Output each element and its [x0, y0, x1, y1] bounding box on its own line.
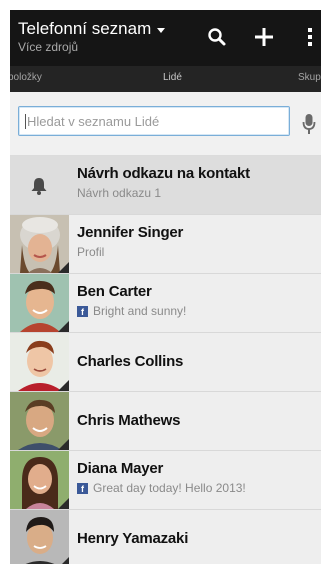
tab-items[interactable]: položky: [10, 72, 42, 83]
contact-name: Henry Yamazaki: [77, 530, 189, 547]
add-contact-button[interactable]: [249, 22, 279, 52]
avatar: [10, 392, 69, 450]
contact-status: Bright and sunny!: [93, 304, 187, 318]
tab-groups[interactable]: Skupi: [298, 72, 321, 83]
search-placeholder: Hledat v seznamu Lidé: [27, 114, 160, 129]
facebook-icon: f: [77, 305, 88, 317]
tab-bar: položky Lidé Skupi: [10, 66, 321, 92]
avatar: [10, 215, 69, 273]
suggestion-subtitle: Návrh odkazu 1: [77, 186, 162, 200]
contact-name: Chris Mathews: [77, 412, 181, 429]
app-title: Telefonní seznam: [18, 19, 152, 38]
search-area: Hledat v seznamu Lidé: [10, 92, 321, 156]
avatar: [10, 274, 69, 332]
action-bar: Telefonní seznam Více zdrojů: [10, 10, 321, 66]
contact-row[interactable]: Charles Collins: [10, 333, 321, 392]
source-selector[interactable]: Telefonní seznam Více zdrojů: [18, 19, 166, 54]
add-icon: [255, 28, 273, 46]
tab-people[interactable]: Lidé: [163, 72, 182, 83]
facebook-icon: f: [77, 482, 88, 494]
search-icon: [208, 28, 226, 46]
link-suggestion-row[interactable]: Návrh odkazu na kontakt Návrh odkazu 1: [10, 156, 321, 215]
app-subtitle: Více zdrojů: [18, 40, 79, 54]
dropdown-caret-icon: [157, 27, 166, 33]
contact-name: Jennifer Singer: [77, 224, 184, 241]
phone-screen: Telefonní seznam Více zdrojů položky Lid…: [10, 10, 321, 564]
suggestion-title: Návrh odkazu na kontakt: [77, 165, 250, 182]
avatar: [10, 451, 69, 509]
contact-list: Návrh odkazu na kontakt Návrh odkazu 1 J…: [10, 156, 321, 564]
avatar: [10, 333, 69, 391]
search-input[interactable]: Hledat v seznamu Lidé: [18, 106, 290, 136]
microphone-icon: [302, 114, 316, 134]
text-cursor: [25, 114, 26, 129]
contact-row[interactable]: Chris Mathews: [10, 392, 321, 451]
contact-row[interactable]: Ben Carter f Bright and sunny!: [10, 274, 321, 333]
contact-row[interactable]: Henry Yamazaki: [10, 510, 321, 564]
contact-name: Charles Collins: [77, 353, 184, 370]
contact-status: Profil: [77, 245, 105, 259]
contact-name: Diana Mayer: [77, 460, 164, 477]
avatar: [10, 510, 69, 564]
overflow-menu-icon: [308, 28, 312, 46]
overflow-menu-button[interactable]: [295, 22, 321, 52]
bell-icon: [31, 178, 47, 195]
contact-status: Great day today! Hello 2013!: [93, 481, 246, 495]
voice-search-button[interactable]: [302, 114, 316, 141]
contact-row[interactable]: Diana Mayer f Great day today! Hello 2013…: [10, 451, 321, 510]
search-button[interactable]: [202, 22, 232, 52]
contact-row[interactable]: Jennifer Singer Profil: [10, 215, 321, 274]
contact-name: Ben Carter: [77, 283, 152, 300]
